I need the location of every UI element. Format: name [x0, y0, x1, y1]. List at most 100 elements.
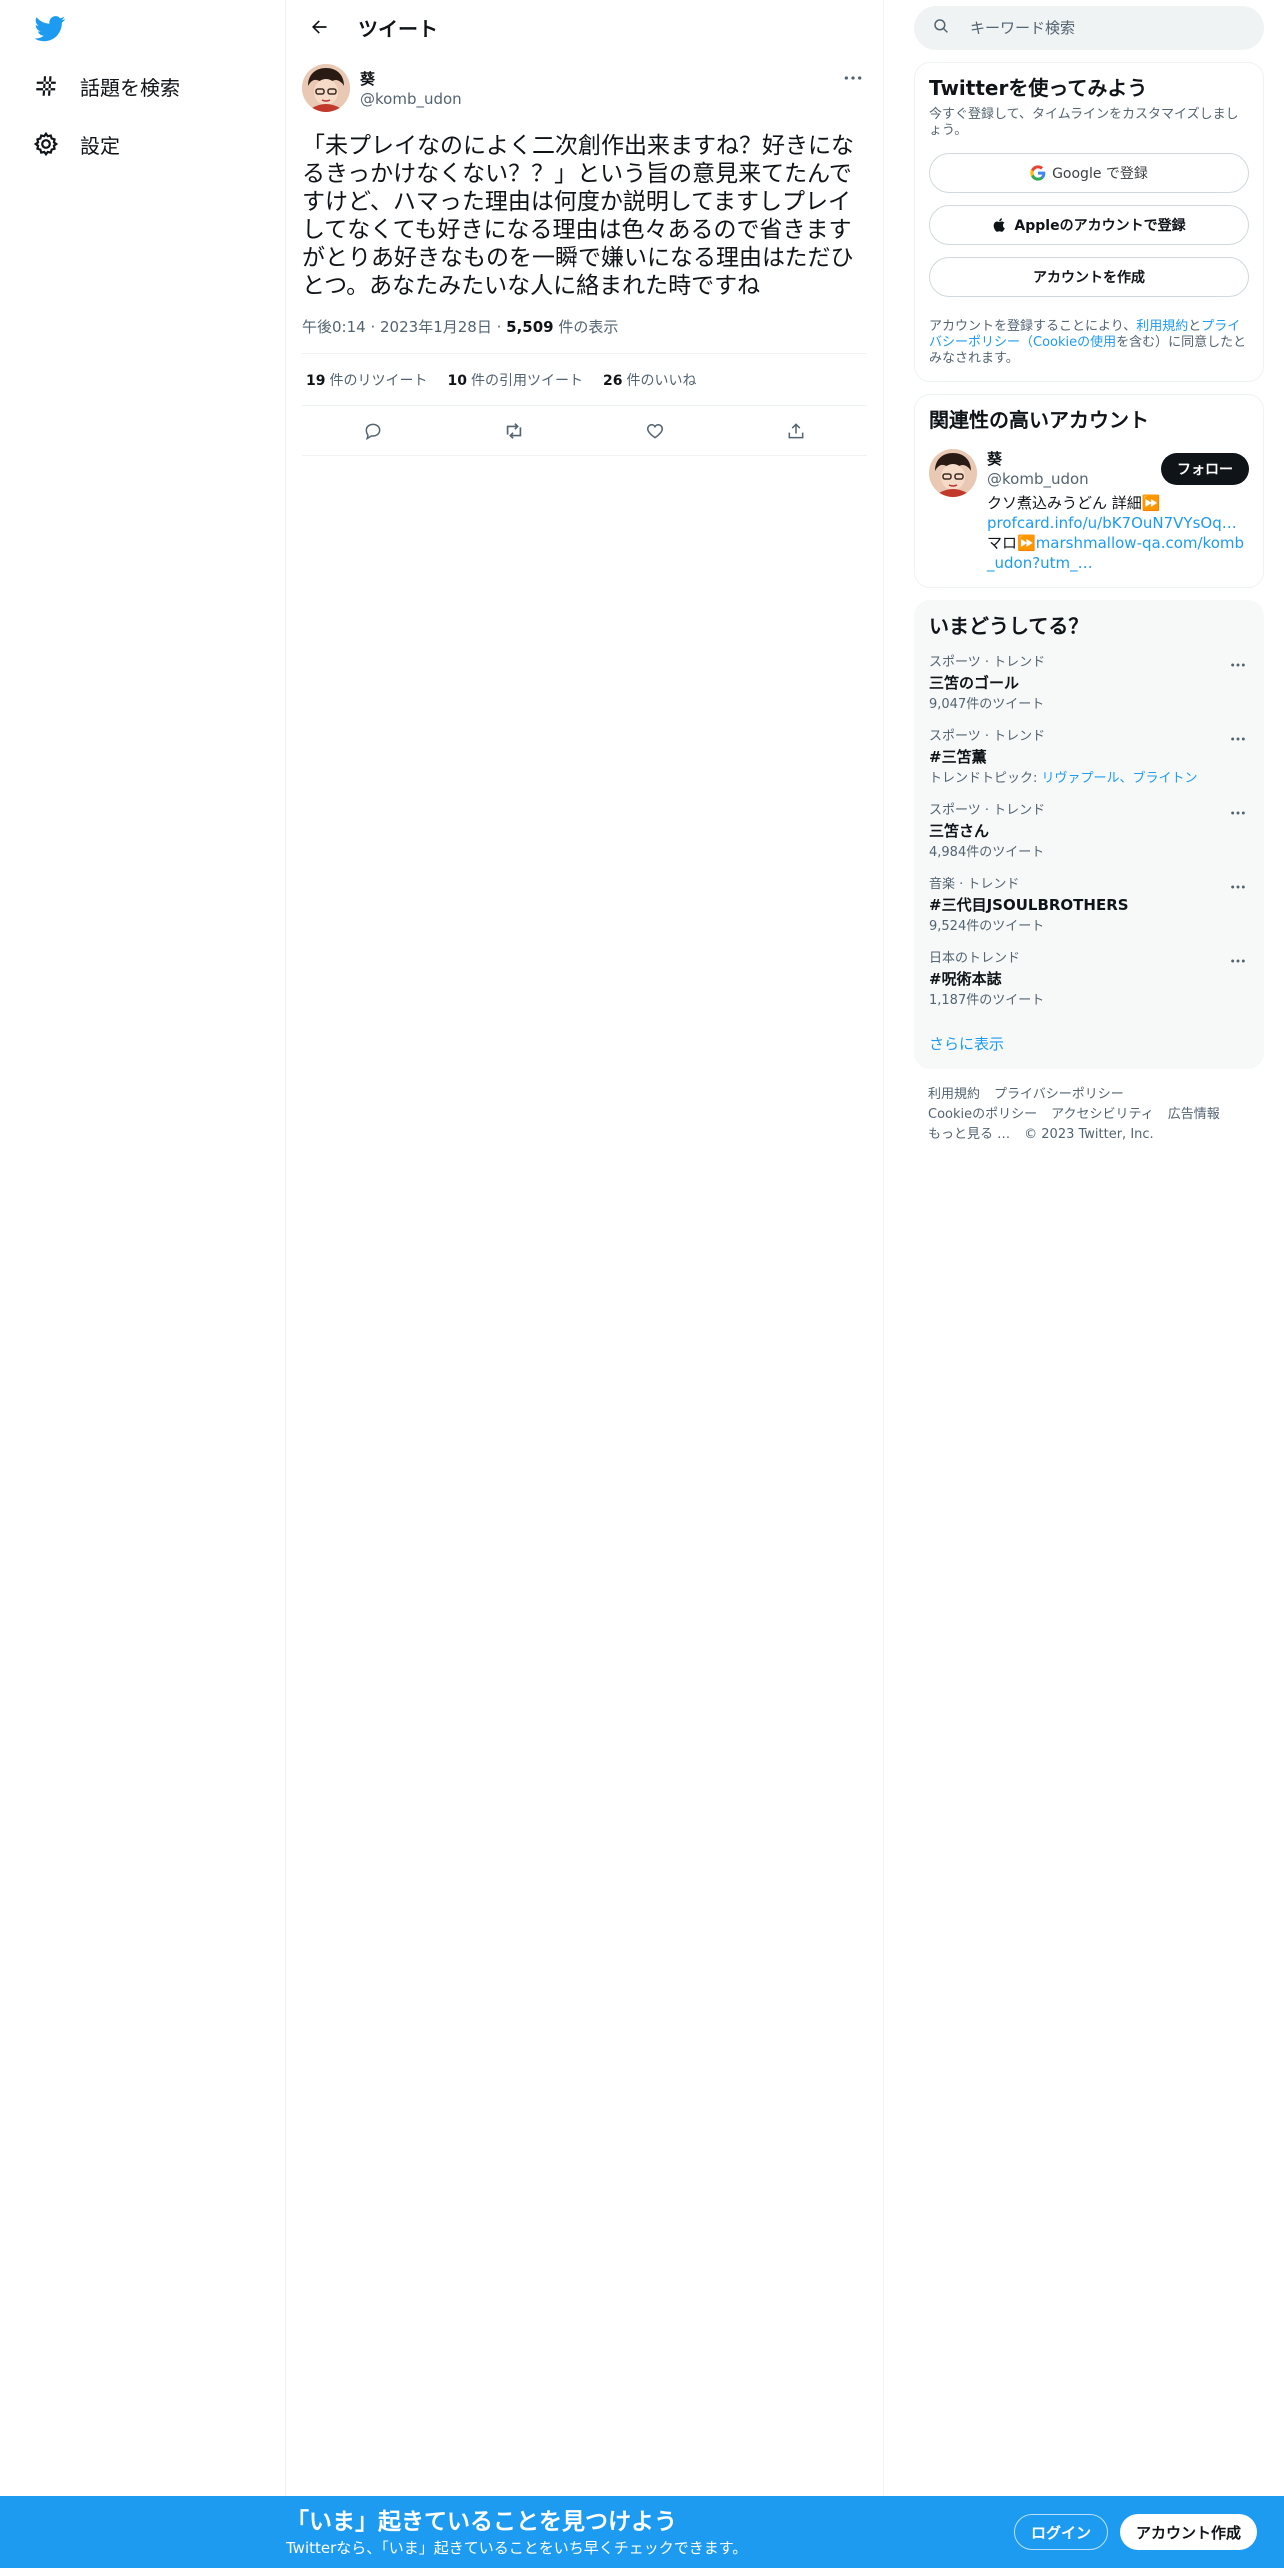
trend-name: 三笘さん — [929, 822, 990, 840]
bottom-bar-title: 「いま」起きていることを見つけよう — [286, 2509, 677, 2535]
trend-count: 9,524件のツイート — [929, 919, 1045, 934]
trend-category: スポーツ · トレンド — [929, 803, 1046, 818]
create-account-button[interactable]: アカウントを作成 — [929, 257, 1249, 297]
trend-topic-prefix: トレンドトピック: — [929, 771, 1042, 786]
more-options-icon[interactable] — [1227, 953, 1249, 969]
meta-dot: · — [370, 318, 381, 336]
trend-category: スポーツ · トレンド — [929, 729, 1046, 744]
trend-item[interactable]: 日本のトレンド #呪術本誌 1,187件のツイート — [929, 951, 1249, 1009]
tweet: 葵 @komb_udon 「未プレイなのによく二次創作出来ますね？好きになるきっ… — [286, 54, 883, 456]
terms-prefix: アカウントを登録することにより、 — [929, 319, 1137, 334]
related-account[interactable]: 葵 @komb_udon クソ煮込みうどん 詳細⏩ profcard.info/… — [929, 449, 1249, 573]
nav-explore-label: 話題を検索 — [80, 75, 180, 100]
tweet-text: 「未プレイなのによく二次創作出来ますね？好きになるきっかけなくない？？」という旨… — [302, 133, 854, 299]
trends-title: いまどうしてる？ — [929, 614, 1089, 638]
quotes-count: 10 — [447, 372, 467, 389]
views-count: 5,509 — [506, 318, 554, 336]
signup-card-subtitle: 今すぐ登録して、タイムラインをカスタマイズしましょう。 — [929, 107, 1239, 138]
trend-count: 9,047件のツイート — [929, 697, 1045, 712]
reply-icon[interactable] — [354, 412, 392, 450]
footer-link-privacy[interactable]: プライバシーポリシー — [994, 1087, 1124, 1102]
quotes-stat[interactable]: 10 件の引用ツイート — [447, 370, 582, 390]
footer-link-more[interactable]: もっと見る … — [928, 1127, 1010, 1142]
nav-settings-label: 設定 — [80, 133, 120, 158]
apple-signup-label: Appleのアカウントで登録 — [1014, 218, 1186, 234]
retweets-stat[interactable]: 19 件のリツイート — [306, 370, 427, 390]
more-options-icon[interactable] — [1227, 879, 1249, 895]
more-options-icon[interactable] — [839, 68, 867, 88]
gear-icon — [28, 126, 64, 162]
more-options-icon[interactable] — [1227, 805, 1249, 821]
tweet-stats: 19 件のリツイート 10 件の引用ツイート 26 件のいいね — [302, 354, 867, 406]
retweets-count: 19 — [306, 372, 326, 389]
tweet-date[interactable]: 2023年1月28日 — [380, 318, 492, 336]
bio-mid: マロ⏩ — [987, 534, 1036, 552]
meta-dot: · — [496, 318, 507, 336]
footer-link-cookies[interactable]: Cookieのポリシー — [928, 1107, 1037, 1122]
bottom-bar-subtitle: Twitterなら、「いま」起きていることをいち早くチェックできます。 — [286, 2539, 748, 2557]
search-input[interactable] — [970, 19, 1230, 37]
back-arrow-icon[interactable] — [302, 10, 336, 44]
likes-stat[interactable]: 26 件のいいね — [603, 370, 696, 390]
trend-item[interactable]: 音楽 · トレンド #三代目JSOULBROTHERS 9,524件のツイート — [929, 877, 1249, 935]
footer-link-ads[interactable]: 広告情報 — [1168, 1107, 1220, 1122]
avatar[interactable] — [302, 64, 350, 112]
apple-icon — [992, 217, 1008, 233]
signup-button[interactable]: アカウント作成 — [1120, 2514, 1258, 2550]
trend-item[interactable]: スポーツ · トレンド #三笘薫 トレンドトピック: リヴァプール、ブライトン — [929, 729, 1249, 787]
trend-name: #三代目JSOULBROTHERS — [929, 896, 1129, 914]
retweet-icon[interactable] — [495, 412, 533, 450]
views-label: 件の表示 — [558, 318, 619, 336]
page-title: ツイート — [358, 16, 438, 41]
right-sidebar: Twitterを使ってみよう 今すぐ登録して、タイムラインをカスタマイズしましょ… — [914, 0, 1264, 1145]
google-signup-label: Google で登録 — [1052, 166, 1148, 182]
twitter-logo-icon[interactable] — [34, 16, 66, 42]
trend-item[interactable]: スポーツ · トレンド 三笘のゴール 9,047件のツイート — [929, 655, 1249, 713]
show-more-link[interactable]: さらに表示 — [929, 1033, 1249, 1054]
nav-settings[interactable]: 設定 — [28, 118, 120, 170]
related-accounts-card: 関連性の高いアカウント 葵 @komb_udon クソ煮込みうどん 詳細⏩ pr… — [914, 394, 1264, 588]
terms-link[interactable]: 利用規約 — [1136, 319, 1188, 334]
footer: 利用規約 プライバシーポリシー Cookieのポリシー アクセシビリティ 広告情報 も… — [914, 1085, 1264, 1145]
google-signup-button[interactable]: Google で登録 — [929, 153, 1249, 193]
footer-link-accessibility[interactable]: アクセシビリティ — [1051, 1107, 1154, 1122]
bio-link-profcard[interactable]: profcard.info/u/bK7OuN7VYsOq… — [987, 514, 1237, 532]
trend-topic: トレンドトピック: リヴァプール、ブライトン — [929, 771, 1249, 787]
trend-category: 音楽 · トレンド — [929, 877, 1020, 892]
google-icon — [1030, 165, 1046, 181]
follow-button[interactable]: フォロー — [1161, 453, 1249, 485]
trend-topic-links[interactable]: リヴァプール、ブライトン — [1042, 771, 1198, 786]
author-handle[interactable]: @komb_udon — [360, 89, 462, 109]
bio-text: クソ煮込みうどん 詳細⏩ — [987, 494, 1161, 512]
like-icon[interactable] — [636, 412, 674, 450]
tweet-meta: 午後0:14 · 2023年1月28日 · 5,509 件の表示 — [302, 316, 867, 354]
trend-category: 日本のトレンド — [929, 951, 1021, 966]
trend-count: 4,984件のツイート — [929, 845, 1045, 860]
create-account-label: アカウントを作成 — [1033, 270, 1145, 286]
retweets-label: 件のリツイート — [329, 372, 428, 389]
hashtag-icon — [28, 68, 64, 104]
terms-text: アカウントを登録することにより、利用規約とプライバシーポリシー（Cookieの使… — [929, 319, 1249, 367]
share-icon[interactable] — [777, 412, 815, 450]
login-button[interactable]: ログイン — [1014, 2514, 1109, 2550]
tweet-actions — [302, 406, 867, 456]
related-title: 関連性の高いアカウント — [929, 408, 1149, 432]
author-name[interactable]: 葵 — [360, 69, 462, 89]
nav-explore[interactable]: 話題を検索 — [28, 60, 180, 112]
more-options-icon[interactable] — [1227, 657, 1249, 673]
footer-link-terms[interactable]: 利用規約 — [928, 1087, 980, 1102]
trend-item[interactable]: スポーツ · トレンド 三笘さん 4,984件のツイート — [929, 803, 1249, 861]
avatar[interactable] — [929, 449, 977, 497]
trend-count: 1,187件のツイート — [929, 993, 1045, 1008]
apple-signup-button[interactable]: Appleのアカウントで登録 — [929, 205, 1249, 245]
search-icon — [932, 17, 950, 39]
footer-copyright: © 2023 Twitter, Inc. — [1024, 1127, 1154, 1142]
more-options-icon[interactable] — [1227, 731, 1249, 747]
signup-card: Twitterを使ってみよう 今すぐ登録して、タイムラインをカスタマイズしましょ… — [914, 62, 1264, 382]
likes-label: 件のいいね — [626, 372, 697, 389]
tweet-time[interactable]: 午後0:14 — [302, 318, 366, 336]
quotes-label: 件の引用ツイート — [470, 372, 583, 389]
search-box[interactable] — [914, 6, 1264, 50]
bottom-signup-bar: 「いま」起きていることを見つけよう Twitterなら、「いま」起きていることを… — [0, 2496, 1284, 2568]
tweet-author: 葵 @komb_udon — [302, 64, 867, 116]
